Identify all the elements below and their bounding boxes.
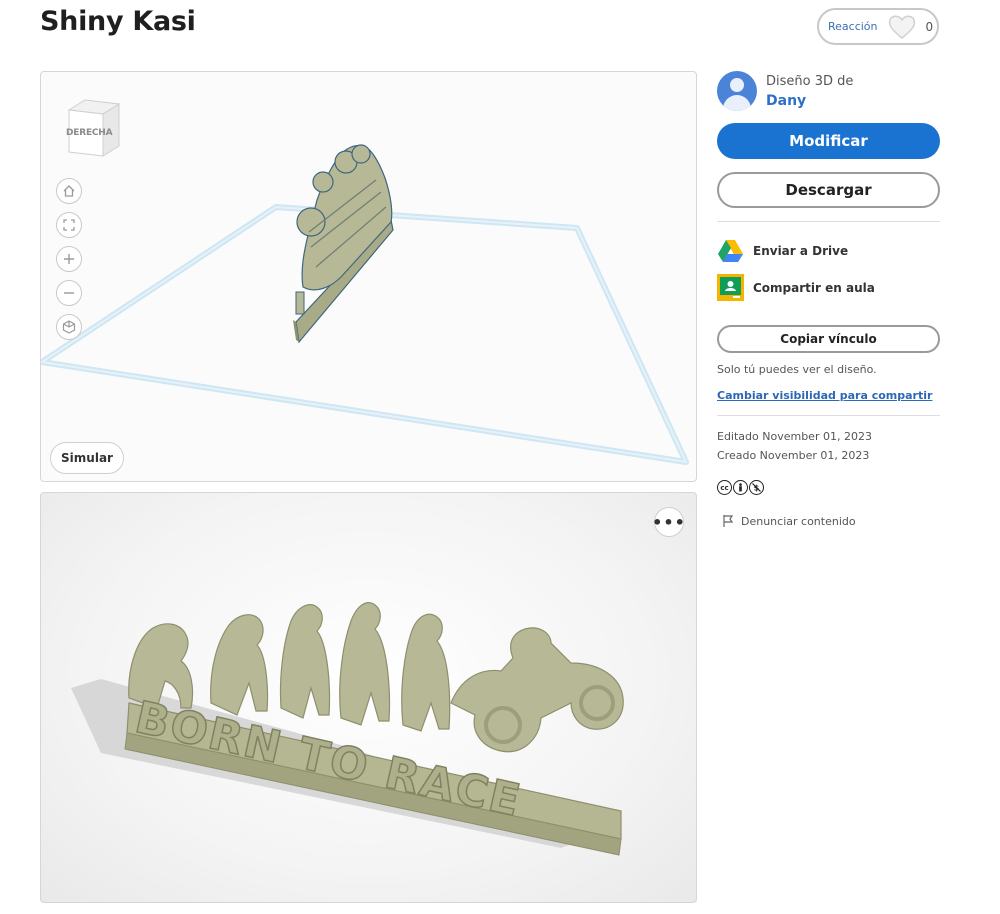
fit-view-icon	[63, 219, 75, 231]
viewer-scene	[41, 144, 689, 465]
send-to-drive-button[interactable]: Enviar a Drive	[717, 237, 940, 264]
author-name-link[interactable]: Dany	[766, 93, 853, 109]
simulate-button[interactable]: Simular	[50, 442, 124, 474]
zoom-out-button[interactable]	[56, 280, 82, 306]
author-prefix: Diseño 3D de	[766, 73, 854, 89]
author-block: Diseño 3D de Dany	[717, 71, 940, 111]
zoom-in-icon	[64, 254, 74, 264]
by-icon	[733, 480, 748, 495]
more-options-button[interactable]: •••	[652, 507, 685, 537]
perspective-icon	[62, 320, 76, 334]
share-classroom-button[interactable]: Compartir en aula	[717, 274, 940, 301]
avatar[interactable]	[717, 71, 757, 111]
rendered-image: BORN TO RACE •••	[40, 492, 697, 903]
zoom-in-button[interactable]	[56, 246, 82, 272]
copy-link-button[interactable]: Copiar vínculo	[717, 325, 940, 353]
3d-viewer[interactable]: DERECHA Simular	[40, 71, 697, 482]
license-badges[interactable]: cc $	[717, 480, 940, 495]
nc-icon: $	[749, 480, 764, 495]
divider	[717, 415, 940, 416]
google-classroom-icon	[717, 274, 744, 301]
report-content-label: Denunciar contenido	[741, 514, 856, 528]
home-view-button[interactable]	[56, 178, 82, 204]
cc-icon: cc	[717, 480, 732, 495]
perspective-button[interactable]	[56, 314, 82, 340]
heart-icon	[888, 15, 915, 39]
modify-button[interactable]: Modificar	[717, 123, 940, 159]
zoom-out-icon	[64, 292, 74, 294]
render-scene: BORN TO RACE	[71, 602, 624, 856]
divider	[717, 221, 940, 222]
created-date: Creado November 01, 2023	[717, 449, 870, 462]
flag-icon	[723, 515, 734, 527]
model-preview	[293, 144, 394, 344]
edited-date: Editado November 01, 2023	[717, 430, 872, 443]
report-content-link[interactable]: Denunciar contenido	[721, 514, 940, 528]
fit-view-button[interactable]	[56, 212, 82, 238]
google-drive-icon	[718, 240, 743, 262]
reaction-button[interactable]: Reacción 0	[817, 8, 939, 45]
design-sidebar: Diseño 3D de Dany Modificar Descargar En…	[717, 71, 940, 528]
reaction-label: Reacción	[828, 20, 878, 33]
design-title: Shiny Kasi	[40, 6, 196, 37]
reaction-count: 0	[925, 19, 934, 34]
view-cube[interactable]	[63, 94, 123, 160]
share-classroom-label: Compartir en aula	[753, 280, 875, 295]
change-visibility-link[interactable]: Cambiar visibilidad para compartir	[717, 389, 940, 402]
download-button[interactable]: Descargar	[717, 172, 940, 208]
send-to-drive-label: Enviar a Drive	[753, 243, 849, 258]
visibility-note: Solo tú puedes ver el diseño.	[717, 363, 877, 376]
home-icon	[63, 185, 75, 197]
view-cube-label: DERECHA	[66, 128, 113, 138]
